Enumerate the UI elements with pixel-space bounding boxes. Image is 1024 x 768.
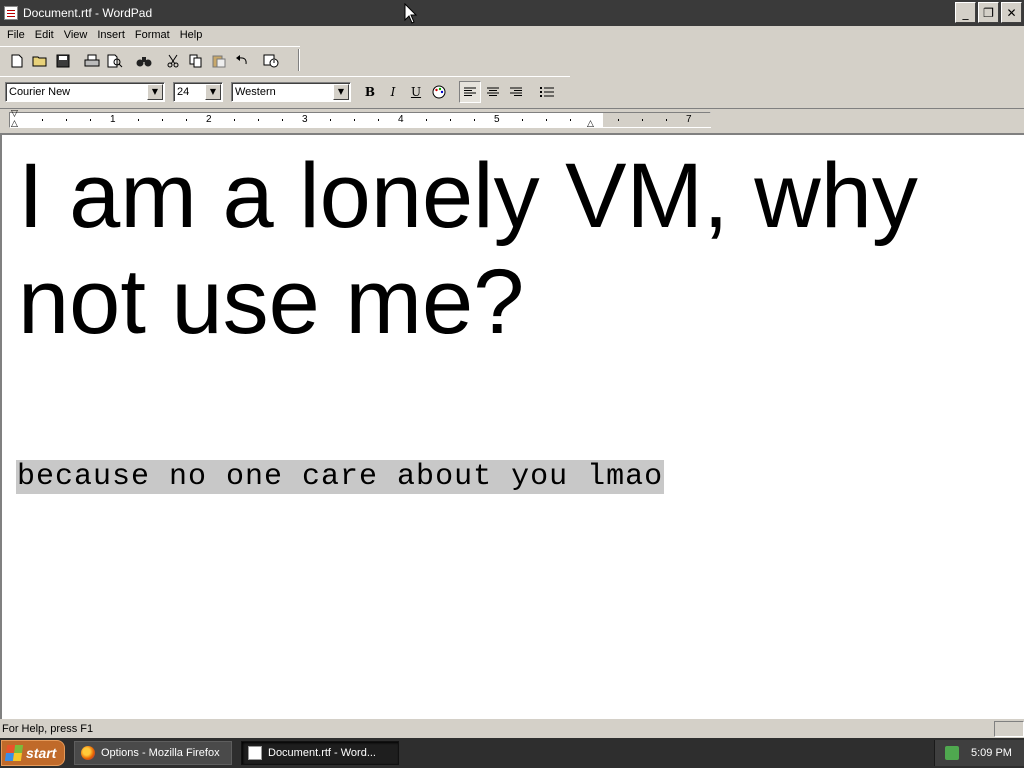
underline-button[interactable]: U — [405, 81, 427, 103]
ruler-tick — [330, 119, 331, 121]
italic-button[interactable]: I — [382, 81, 404, 103]
color-palette-icon[interactable] — [428, 81, 450, 103]
save-disk-icon[interactable] — [52, 50, 73, 71]
ruler-number: 5 — [494, 114, 500, 125]
title-bar: Document.rtf - WordPad _ ❐ ✕ — [0, 0, 1024, 26]
task-label: Options - Mozilla Firefox — [101, 747, 220, 759]
ruler[interactable]: 1 2 3 4 5 7 ▽ △ △ — [0, 108, 1024, 132]
first-line-indent-marker[interactable]: ▽ — [11, 109, 18, 119]
ruler-tick — [186, 119, 187, 121]
ruler-tick — [42, 119, 43, 121]
open-folder-icon[interactable] — [29, 50, 50, 71]
ruler-tick — [474, 119, 475, 121]
ruler-tick — [378, 119, 379, 121]
ruler-tick — [90, 119, 91, 121]
status-bar: For Help, press F1 — [0, 720, 1024, 738]
ruler-tick — [258, 119, 259, 121]
ruler-number: 2 — [206, 114, 212, 125]
binoculars-icon[interactable] — [133, 50, 154, 71]
ruler-strip[interactable]: 1 2 3 4 5 7 — [9, 112, 711, 128]
ruler-number: 1 — [110, 114, 116, 125]
ruler-tick — [450, 119, 451, 121]
script-select[interactable]: Western ▼ — [231, 81, 351, 102]
scissors-icon[interactable] — [162, 50, 183, 71]
font-name-value: Courier New — [9, 85, 71, 98]
ruler-tick — [354, 119, 355, 121]
chevron-down-icon[interactable]: ▼ — [333, 83, 349, 100]
paste-icon[interactable] — [208, 50, 229, 71]
document-area[interactable]: I am a lonely VM, why not use me? becaus… — [0, 133, 1024, 719]
close-button[interactable]: ✕ — [1001, 2, 1022, 23]
menu-insert[interactable]: Insert — [92, 29, 130, 41]
windows-flag-icon — [4, 745, 24, 761]
menu-file[interactable]: File — [2, 29, 30, 41]
font-size-value: 24 — [177, 85, 190, 98]
chevron-down-icon[interactable]: ▼ — [147, 83, 163, 100]
ruler-tick — [546, 119, 547, 121]
ruler-tick — [234, 119, 235, 121]
menu-edit[interactable]: Edit — [30, 29, 59, 41]
ruler-tick — [666, 119, 667, 121]
firefox-icon — [81, 746, 95, 760]
status-text: For Help, press F1 — [2, 723, 94, 735]
script-value: Western — [235, 85, 276, 98]
format-toolbar: Courier New ▼ 24 ▼ Western ▼ B I U — [0, 76, 570, 106]
left-indent-marker[interactable]: △ — [11, 119, 18, 129]
start-label: start — [26, 745, 57, 761]
ruler-number: 3 — [302, 114, 308, 125]
start-button[interactable]: start — [1, 740, 65, 766]
ruler-tick — [138, 119, 139, 121]
copy-icon[interactable] — [185, 50, 206, 71]
ruler-number: 7 — [686, 114, 692, 125]
ruler-tick — [618, 119, 619, 121]
ruler-tick — [162, 119, 163, 121]
align-center-icon[interactable] — [482, 81, 504, 103]
document-heading-text[interactable]: I am a lonely VM, why not use me? — [18, 143, 1008, 355]
window-controls: _ ❐ ✕ — [955, 2, 1022, 23]
ruler-tick — [570, 119, 571, 121]
mouse-pointer-icon — [404, 3, 418, 24]
print-preview-icon[interactable] — [104, 50, 125, 71]
ruler-tick — [522, 119, 523, 121]
ruler-tick — [66, 119, 67, 121]
menu-format[interactable]: Format — [130, 29, 175, 41]
right-indent-marker[interactable]: △ — [587, 119, 594, 129]
wordpad-icon — [248, 746, 262, 760]
bullets-icon[interactable] — [536, 81, 558, 103]
task-label: Document.rtf - Word... — [268, 747, 376, 759]
chevron-down-icon[interactable]: ▼ — [205, 83, 221, 100]
system-tray: 5:09 PM — [934, 740, 1024, 766]
window-title: Document.rtf - WordPad — [23, 6, 153, 20]
network-icon[interactable] — [945, 746, 959, 760]
taskbar: start Options - Mozilla Firefox Document… — [0, 738, 1024, 768]
wordpad-app-icon[interactable] — [4, 6, 18, 20]
status-panel — [994, 721, 1024, 737]
menu-view[interactable]: View — [59, 29, 93, 41]
align-right-icon[interactable] — [505, 81, 527, 103]
font-size-select[interactable]: 24 ▼ — [173, 81, 223, 102]
standard-toolbar — [0, 46, 300, 74]
bold-button[interactable]: B — [359, 81, 381, 103]
ruler-tick — [426, 119, 427, 121]
minimize-button[interactable]: _ — [955, 2, 976, 23]
selected-text[interactable]: because no one care about you lmao — [16, 460, 665, 494]
date-time-icon[interactable] — [260, 50, 281, 71]
ruler-number: 4 — [398, 114, 404, 125]
menu-bar: File Edit View Insert Format Help — [0, 26, 1024, 44]
menu-help[interactable]: Help — [175, 29, 208, 41]
clock[interactable]: 5:09 PM — [971, 747, 1012, 759]
undo-icon[interactable] — [231, 50, 252, 71]
font-name-select[interactable]: Courier New ▼ — [5, 81, 165, 102]
new-document-icon[interactable] — [6, 50, 27, 71]
printer-icon[interactable] — [81, 50, 102, 71]
task-firefox[interactable]: Options - Mozilla Firefox — [74, 741, 232, 765]
restore-button[interactable]: ❐ — [978, 2, 999, 23]
align-left-icon[interactable] — [459, 80, 481, 103]
task-wordpad[interactable]: Document.rtf - Word... — [241, 741, 399, 765]
ruler-tick — [642, 119, 643, 121]
ruler-tick — [282, 119, 283, 121]
